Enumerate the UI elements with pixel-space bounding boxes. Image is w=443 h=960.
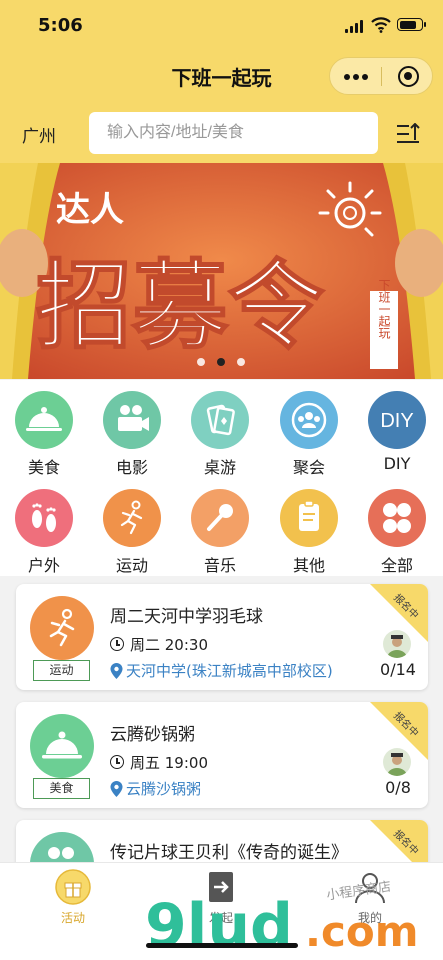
category-boardgame[interactable]: 桌游 [185,380,255,477]
category-sports[interactable]: 运动 [97,478,167,575]
banner-headline-big: 招募令 [36,250,325,362]
event-location[interactable]: 天河中学(珠江新城高中部校区) [110,660,333,681]
participant-count: 0/14 [380,660,416,679]
category-tag: 美食 [33,778,90,799]
header-bar: 5:06 下班一起玩 广州 [0,0,443,163]
category-label: 桌游 [203,458,236,477]
category-diy[interactable]: DIY DIY [362,380,432,473]
participant-avatar[interactable] [383,748,411,776]
category-label: 美食 [27,458,60,477]
wifi-icon [371,17,391,33]
category-grid: 美食 电影 桌游 聚会 DIY DIY 户外 运动 音乐 其他 全部 [0,380,443,576]
carousel-indicator[interactable] [197,356,247,368]
event-time-text: 周二 20:30 [130,636,208,654]
clock-icon [110,755,124,769]
category-tag: 运动 [33,660,90,681]
battery-icon [397,18,426,31]
category-label: 音乐 [203,556,236,575]
location-pin-icon [110,781,123,797]
event-card[interactable]: 运动 周二天河中学羽毛球 周二 20:30 天河中学(珠江新城高中部校区) 报名… [16,584,428,690]
filter-list-icon[interactable] [396,123,420,145]
clock-icon [110,637,124,651]
movie-camera-icon [103,391,161,449]
home-indicator [146,943,298,948]
category-label: 运动 [115,556,148,575]
participant-count: 0/8 [385,778,411,797]
group-icon [280,391,338,449]
category-music[interactable]: 音乐 [185,478,255,575]
city-selector[interactable]: 广州 [22,122,56,147]
event-title: 云腾砂锅粥 [110,725,195,745]
food-cloche-icon [30,714,94,778]
participant-avatar[interactable] [383,630,411,658]
category-label: 全部 [380,556,413,575]
clipboard-icon [280,489,338,547]
tab-label: 我的 [357,911,382,925]
carousel-dot-active[interactable] [217,358,225,366]
more-options-icon[interactable] [344,74,368,80]
runner-icon [30,596,94,660]
gift-icon [55,869,91,905]
category-party[interactable]: 聚会 [274,380,344,477]
category-movie[interactable]: 电影 [97,380,167,477]
signal-icon [345,19,365,33]
carousel-dot[interactable] [197,358,205,366]
event-time-text: 周五 19:00 [130,754,208,772]
status-time: 5:06 [38,15,83,36]
status-bar: 5:06 [0,0,443,50]
create-icon [209,872,233,902]
capsule-divider [381,67,382,86]
tab-activities[interactable]: 活动 [33,867,113,927]
event-title: 周二天河中学羽毛球 [110,607,263,627]
grid-icon [368,489,426,547]
banner-headline-small: 达人 [56,190,124,230]
food-cloche-icon [15,391,73,449]
tab-label: 发起 [208,911,233,925]
banner-artwork: 达人 招募令 下班一起玩 [0,163,443,379]
carousel-dot[interactable] [237,358,245,366]
miniprogram-capsule [329,57,433,95]
category-outdoor[interactable]: 户外 [9,478,79,575]
event-location-text: 云腾沙锅粥 [126,780,202,798]
event-title: 传记片球王贝利《传奇的诞生》 [110,843,348,863]
diy-icon: DIY [368,391,426,449]
cards-icon [191,391,249,449]
tab-create[interactable]: 发起 [181,867,261,927]
category-label: 户外 [27,556,60,575]
search-input[interactable] [89,112,378,154]
event-location[interactable]: 云腾沙锅粥 [110,778,201,799]
tab-label: 活动 [60,911,85,925]
category-food[interactable]: 美食 [9,380,79,477]
close-miniprogram-icon[interactable] [398,66,419,87]
category-all[interactable]: 全部 [362,478,432,575]
location-pin-icon [110,663,123,679]
promo-banner[interactable]: 达人 招募令 下班一起玩 [0,163,443,379]
event-card[interactable]: 美食 云腾砂锅粥 周五 19:00 云腾沙锅粥 报名中 0/8 [16,702,428,808]
category-label: DIY [383,454,411,473]
event-time: 周五 19:00 [110,752,208,773]
category-label: 聚会 [292,458,325,477]
event-location-text: 天河中学(珠江新城高中部校区) [126,662,333,680]
svg-text:DIY: DIY [380,410,413,432]
category-label: 电影 [115,458,148,477]
footprints-icon [15,489,73,547]
microphone-icon [191,489,249,547]
category-label: 其他 [292,556,325,575]
svg-text:下班一起玩: 下班一起玩 [377,279,391,339]
category-other[interactable]: 其他 [274,478,344,575]
event-time: 周二 20:30 [110,634,208,655]
runner-icon [103,489,161,547]
